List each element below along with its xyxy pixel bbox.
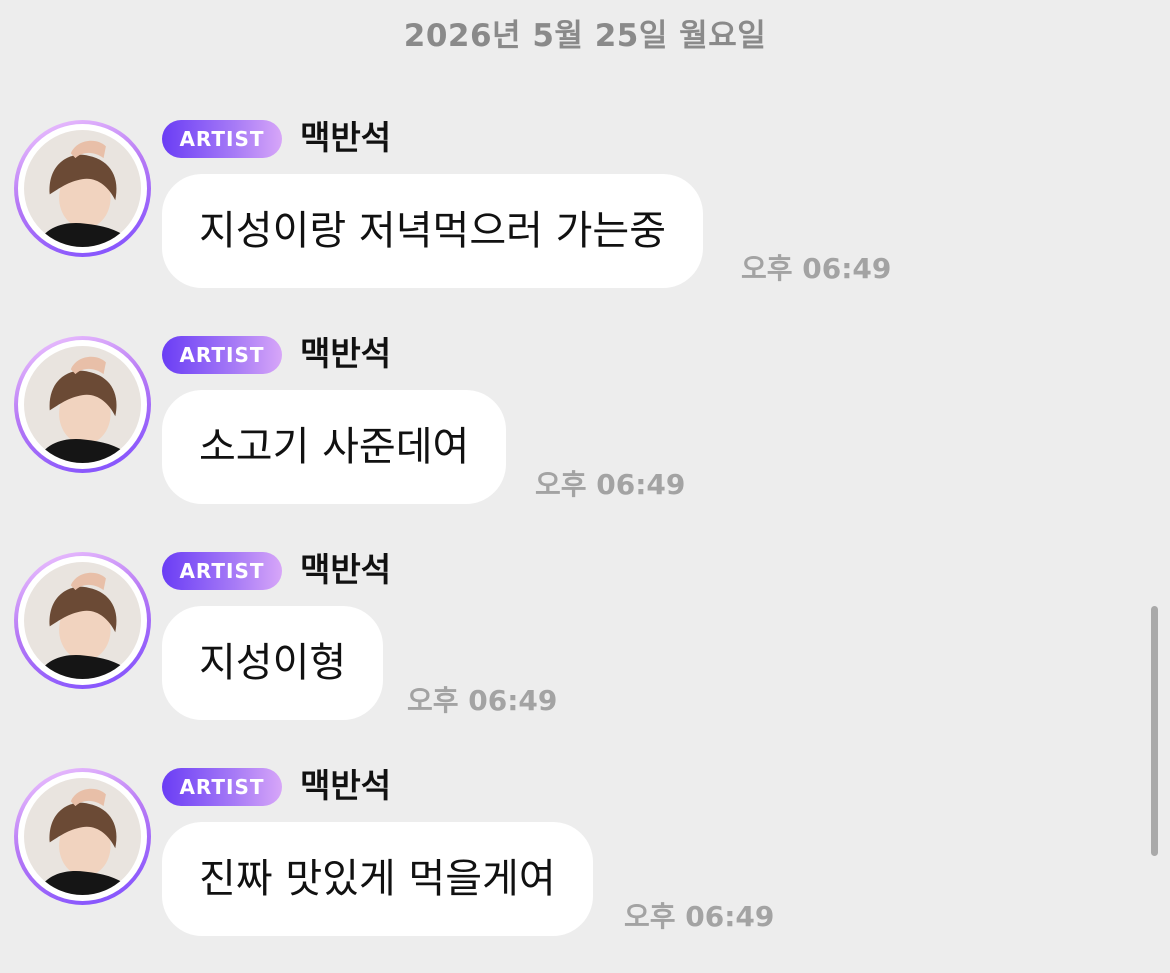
artist-badge: ARTIST [162,552,282,590]
avatar-photo-icon [24,346,141,463]
date-header: 2026년 5월 25일 월요일 [403,18,767,54]
avatar-photo-icon [24,562,141,679]
avatar[interactable] [14,336,151,473]
message-time: 오후 06:49 [407,684,558,717]
message-bubble[interactable]: 소고기 사준데여 [162,390,507,504]
artist-badge: ARTIST [162,336,282,374]
sender-name[interactable]: 맥반석 [300,334,391,374]
message-bubble[interactable]: 지성이랑 저녁먹으러 가는중 [162,174,704,288]
avatar-photo-icon [24,130,141,247]
message-time: 오후 06:49 [741,252,892,285]
message-time: 오후 06:49 [535,468,686,501]
avatar[interactable] [14,768,151,905]
avatar[interactable] [14,552,151,689]
message-bubble[interactable]: 지성이형 [162,606,384,720]
avatar-photo-icon [24,778,141,895]
message-row: ARTIST 맥반석 소고기 사준데여 오후 06:49 [0,334,1150,536]
sender-name[interactable]: 맥반석 [300,550,391,590]
sender-name[interactable]: 맥반석 [300,766,391,806]
scrollbar[interactable] [1151,606,1158,856]
message-row: ARTIST 맥반석 지성이랑 저녁먹으러 가는중 오후 06:49 [0,118,1150,320]
message-row: ARTIST 맥반석 진짜 맛있게 먹을게여 오후 06:49 [0,766,1150,968]
message-time: 오후 06:49 [624,900,775,933]
artist-badge: ARTIST [162,768,282,806]
message-bubble[interactable]: 진짜 맛있게 먹을게여 [162,822,593,936]
message-row: ARTIST 맥반석 지성이형 오후 06:49 [0,550,1150,752]
sender-name[interactable]: 맥반석 [300,118,391,158]
avatar[interactable] [14,120,151,257]
artist-badge: ARTIST [162,120,282,158]
